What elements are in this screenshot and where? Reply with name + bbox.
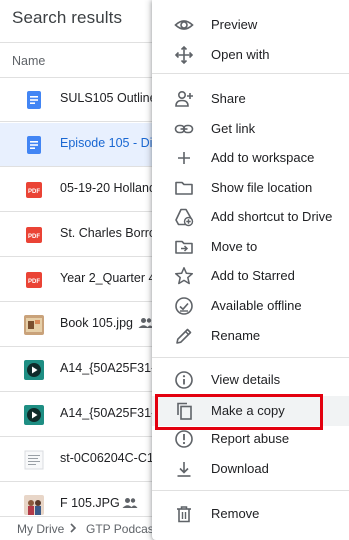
menu-item-label: Remove: [211, 506, 260, 521]
svg-text:PDF: PDF: [28, 189, 40, 195]
file-name: A14_{50A25F31-0: [60, 361, 163, 375]
menu-item-add-to-starred[interactable]: Add to Starred: [152, 262, 349, 290]
chevron-right-icon: [68, 522, 78, 534]
context-menu: Preview Open with Share Get link Add to …: [152, 0, 349, 540]
menu-item-label: Add to workspace: [211, 150, 315, 165]
menu-item-make-a-copy[interactable]: Make a copy: [152, 396, 349, 426]
file-name: Episode 105 - Dig: [60, 136, 160, 150]
menu-item-remove[interactable]: Remove: [152, 500, 349, 528]
image-thumbnail-icon: [24, 315, 44, 335]
menu-item-share[interactable]: Share: [152, 85, 349, 113]
menu-item-label: Preview: [211, 17, 258, 32]
pencil-icon: [174, 326, 194, 346]
plus-icon: [174, 148, 194, 168]
menu-item-label: Share: [211, 91, 246, 106]
menu-item-label: Show file location: [211, 180, 313, 195]
menu-item-available-offline[interactable]: Available offline: [152, 292, 349, 320]
menu-item-label: Report abuse: [211, 431, 290, 446]
info-icon: [174, 370, 194, 390]
file-name: A14_{50A25F31-0: [60, 406, 163, 420]
pdf-icon: PDF: [24, 270, 44, 290]
menu-item-label: Open with: [211, 47, 270, 62]
file-name: Book 105.jpg: [60, 316, 133, 330]
menu-item-label: View details: [211, 372, 281, 387]
eye-icon: [174, 15, 194, 35]
pdf-icon: PDF: [24, 225, 44, 245]
pdf-icon: PDF: [24, 180, 44, 200]
menu-divider: [152, 490, 349, 491]
menu-item-download[interactable]: Download: [152, 455, 349, 483]
menu-item-label: Rename: [211, 328, 261, 343]
alert-icon: [174, 429, 194, 449]
menu-item-get-link[interactable]: Get link: [152, 115, 349, 143]
move-arrows-icon: [174, 45, 194, 65]
google-doc-icon: [24, 90, 44, 110]
google-doc-icon: [24, 135, 44, 155]
menu-item-label: Add shortcut to Drive: [211, 209, 333, 224]
svg-text:PDF: PDF: [28, 279, 40, 285]
menu-item-preview[interactable]: Preview: [152, 11, 349, 39]
menu-item-add-shortcut[interactable]: Add shortcut to Drive: [152, 203, 349, 231]
scanned-document-icon: [24, 450, 44, 470]
copy-icon: [174, 401, 194, 421]
menu-item-open-with[interactable]: Open with: [152, 41, 349, 69]
photo-thumbnail-icon: [24, 495, 44, 515]
menu-item-report-abuse[interactable]: Report abuse: [152, 425, 349, 453]
offline-check-icon: [174, 296, 194, 316]
file-name: F 105.JPG: [60, 496, 120, 510]
folder-icon: [174, 178, 194, 198]
video-icon: [24, 360, 44, 380]
download-icon: [174, 459, 194, 479]
svg-text:PDF: PDF: [28, 234, 40, 240]
menu-item-label: Get link: [211, 121, 256, 136]
column-header-name[interactable]: Name: [12, 54, 45, 68]
menu-item-move-to[interactable]: Move to: [152, 233, 349, 261]
file-name: SULS105 Outline: [60, 91, 157, 105]
breadcrumb-my-drive[interactable]: My Drive: [17, 522, 64, 536]
file-name: 05-19-20 Holland: [60, 181, 156, 195]
file-name: Year 2_Quarter 4_: [60, 271, 163, 285]
menu-divider: [152, 357, 349, 358]
link-icon: [174, 119, 194, 139]
person-add-icon: [174, 89, 194, 109]
menu-item-label: Move to: [211, 239, 258, 254]
trash-icon: [174, 504, 194, 524]
video-icon: [24, 405, 44, 425]
file-name: st-0C06204C-C10: [60, 451, 161, 465]
menu-item-label: Add to Starred: [211, 268, 295, 283]
menu-item-add-to-workspace[interactable]: Add to workspace: [152, 144, 349, 172]
move-to-folder-icon: [174, 237, 194, 257]
menu-item-label: Download: [211, 461, 269, 476]
menu-divider: [152, 73, 349, 74]
drive-shortcut-icon: [174, 207, 194, 227]
menu-item-rename[interactable]: Rename: [152, 322, 349, 350]
page-title: Search results: [12, 8, 123, 27]
breadcrumb-folder[interactable]: GTP Podcas: [86, 522, 154, 536]
menu-item-label: Available offline: [211, 298, 302, 313]
menu-item-label: Make a copy: [211, 403, 285, 418]
menu-item-view-details[interactable]: View details: [152, 366, 349, 394]
shared-people-icon: [122, 497, 138, 509]
menu-item-show-file-location[interactable]: Show file location: [152, 174, 349, 202]
file-name: St. Charles Borrom: [60, 226, 167, 240]
star-icon: [174, 266, 194, 286]
